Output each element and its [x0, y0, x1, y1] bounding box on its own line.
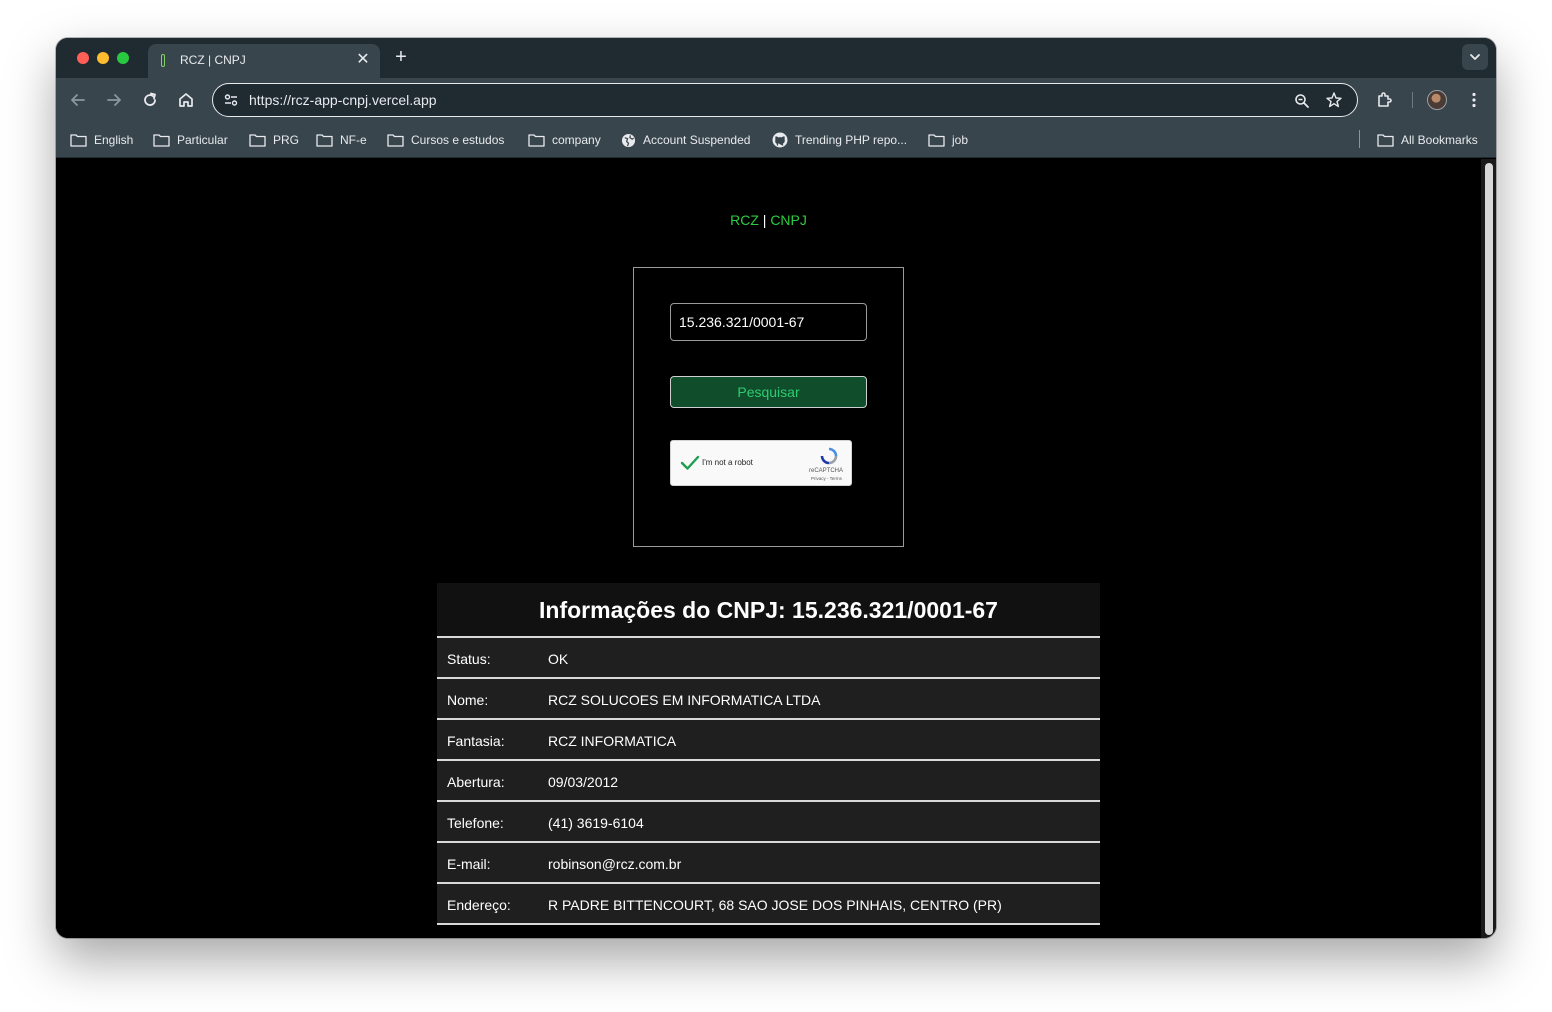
bookmark-label: Account Suspended — [643, 133, 751, 147]
profile-avatar[interactable] — [1427, 90, 1447, 110]
bookmark-star-icon[interactable] — [1325, 91, 1343, 109]
brand-cnpj[interactable]: CNPJ — [770, 212, 807, 228]
bookmark-label: job — [952, 133, 969, 147]
row-value: (41) 3619-6104 — [548, 815, 644, 831]
folder-icon — [70, 134, 87, 147]
tab-strip: RCZ | CNPJ ✕ + — [56, 38, 1496, 78]
row-value: RCZ SOLUCOES EM INFORMATICA LTDA — [548, 692, 821, 708]
bookmark-particular[interactable]: Particular — [153, 131, 228, 149]
forward-icon[interactable] — [104, 90, 124, 110]
bookmark-label: company — [552, 133, 601, 147]
toolbar: https://rcz-app-cnpj.vercel.app — [56, 78, 1496, 122]
folder-icon — [1377, 134, 1394, 147]
extensions-icon[interactable] — [1374, 90, 1394, 110]
row-label: Status: — [447, 651, 491, 667]
brand-rcz[interactable]: RCZ — [730, 212, 759, 228]
search-button[interactable]: Pesquisar — [670, 376, 867, 408]
folder-icon — [387, 134, 404, 147]
table-row: Endereço: R PADRE BITTENCOURT, 68 SAO JO… — [437, 884, 1100, 925]
tab-active[interactable]: RCZ | CNPJ ✕ — [148, 44, 380, 78]
scrollbar-thumb[interactable] — [1485, 163, 1493, 935]
recaptcha-widget[interactable]: I'm not a robot reCAPTCHA Privacy - Term… — [670, 440, 852, 486]
bookmarks-bar: English Particular PRG NF-e Cursos e est… — [56, 122, 1496, 158]
table-row: Fantasia: RCZ INFORMATICA — [437, 720, 1100, 761]
folder-icon — [153, 134, 170, 147]
close-window-button[interactable] — [77, 52, 89, 64]
back-icon[interactable] — [68, 90, 88, 110]
row-label: Abertura: — [447, 774, 505, 790]
site-brand: RCZ | CNPJ — [56, 212, 1481, 228]
info-title: Informações do CNPJ: 15.236.321/0001-67 — [437, 583, 1100, 638]
github-icon — [772, 132, 788, 148]
checkmark-icon[interactable] — [680, 453, 700, 473]
minimize-window-button[interactable] — [97, 52, 109, 64]
bookmark-label: PRG — [273, 133, 300, 147]
url-text: https://rcz-app-cnpj.vercel.app — [249, 92, 437, 108]
row-value: OK — [548, 651, 569, 667]
folder-icon — [528, 134, 545, 147]
row-label: Telefone: — [447, 815, 504, 831]
recaptcha-brand: reCAPTCHA — [809, 468, 844, 474]
bookmark-account-suspended[interactable]: Account Suspended — [621, 131, 750, 149]
tab-close-icon[interactable]: ✕ — [354, 51, 372, 69]
bookmark-english[interactable]: English — [70, 131, 133, 149]
menu-kebab-icon[interactable] — [1464, 90, 1484, 110]
row-label: Fantasia: — [447, 733, 505, 749]
address-bar[interactable]: https://rcz-app-cnpj.vercel.app — [212, 83, 1358, 117]
all-bookmarks-button[interactable]: All Bookmarks — [1377, 131, 1478, 149]
chevron-down-icon — [1470, 54, 1480, 60]
home-icon[interactable] — [176, 90, 196, 110]
favicon-icon — [161, 54, 165, 67]
search-form: Pesquisar I'm not a robot reCAPTCHA Priv… — [633, 267, 904, 547]
row-value: R PADRE BITTENCOURT, 68 SAO JOSE DOS PIN… — [548, 897, 1002, 913]
folder-icon — [316, 134, 333, 147]
row-value: RCZ INFORMATICA — [548, 733, 677, 749]
row-label: Endereço: — [447, 897, 511, 913]
page-content: RCZ | CNPJ Pesquisar I'm not a robot reC… — [56, 159, 1481, 938]
bookmarks-divider — [1359, 130, 1360, 148]
toolbar-divider — [1412, 92, 1413, 108]
bookmark-nfe[interactable]: NF-e — [316, 131, 367, 149]
brand-separator: | — [762, 212, 767, 228]
zoom-icon[interactable] — [1293, 92, 1311, 110]
tab-search-button[interactable] — [1462, 44, 1488, 70]
bookmark-trending-php[interactable]: Trending PHP repo... — [772, 131, 907, 149]
maximize-window-button[interactable] — [117, 52, 129, 64]
tab-title: RCZ | CNPJ — [180, 53, 246, 67]
site-settings-icon[interactable] — [223, 92, 239, 108]
globe-icon — [621, 133, 636, 147]
folder-icon — [928, 134, 945, 147]
recaptcha-label: I'm not a robot — [702, 458, 753, 467]
new-tab-button[interactable]: + — [390, 46, 412, 68]
row-label: E-mail: — [447, 856, 491, 872]
bookmark-job[interactable]: job — [928, 131, 968, 149]
row-value: robinson@rcz.com.br — [548, 856, 682, 872]
page-scrollbar[interactable] — [1481, 159, 1496, 938]
bookmark-label: Cursos e estudos — [411, 133, 505, 147]
all-bookmarks-label: All Bookmarks — [1401, 133, 1478, 147]
row-value: 09/03/2012 — [548, 774, 619, 790]
reload-icon[interactable] — [140, 90, 160, 110]
bookmark-label: NF-e — [340, 133, 367, 147]
cnpj-input[interactable] — [670, 303, 867, 341]
bookmark-label: English — [94, 133, 134, 147]
table-row: Telefone: (41) 3619-6104 — [437, 802, 1100, 843]
bookmark-label: Trending PHP repo... — [795, 133, 908, 147]
browser-window: RCZ | CNPJ ✕ + https://rcz-app-cnpj.verc… — [56, 38, 1496, 938]
table-row: E-mail: robinson@rcz.com.br — [437, 843, 1100, 884]
bookmark-prg[interactable]: PRG — [249, 131, 299, 149]
table-row: Nome: RCZ SOLUCOES EM INFORMATICA LTDA — [437, 679, 1100, 720]
bookmark-cursos[interactable]: Cursos e estudos — [387, 131, 504, 149]
recaptcha-terms-link[interactable]: Privacy - Terms — [811, 476, 842, 481]
recaptcha-logo-icon — [820, 447, 838, 465]
row-label: Nome: — [447, 692, 489, 708]
folder-icon — [249, 134, 266, 147]
cnpj-info-table: Informações do CNPJ: 15.236.321/0001-67 … — [437, 583, 1100, 925]
table-row: Abertura: 09/03/2012 — [437, 761, 1100, 802]
bookmark-company[interactable]: company — [528, 131, 601, 149]
bookmark-label: Particular — [177, 133, 228, 147]
table-row: Status: OK — [437, 638, 1100, 679]
